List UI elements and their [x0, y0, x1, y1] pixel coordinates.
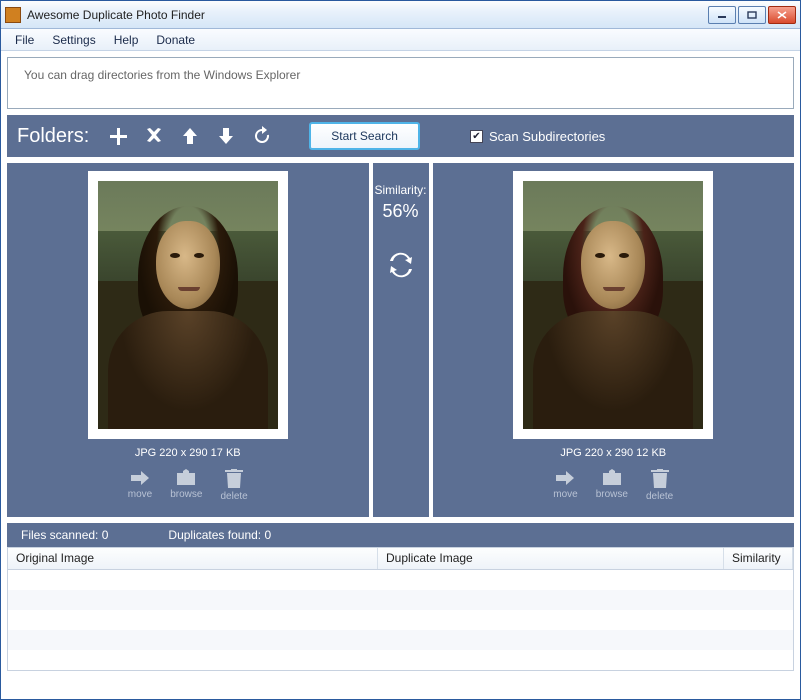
table-row	[8, 570, 793, 590]
right-move-button[interactable]: move	[553, 469, 577, 502]
content: You can drag directories from the Window…	[1, 51, 800, 677]
move-up-button[interactable]	[177, 123, 203, 149]
app-icon	[5, 7, 21, 23]
left-move-button[interactable]: move	[128, 469, 152, 502]
similarity-panel: Similarity: 56%	[369, 163, 433, 517]
left-delete-button[interactable]: delete	[220, 469, 247, 502]
table-row	[8, 650, 793, 670]
window-buttons	[708, 6, 796, 24]
menu-help[interactable]: Help	[106, 31, 147, 49]
toolbar: Folders: Start Search ✔ Scan Subdirector…	[7, 115, 794, 157]
dropzone-hint: You can drag directories from the Window…	[24, 68, 300, 82]
menu-donate[interactable]: Donate	[148, 31, 203, 49]
table-row	[8, 590, 793, 610]
compare-pane: JPG 220 x 290 17 KB move browse delete S…	[7, 163, 794, 517]
right-image-panel: JPG 220 x 290 12 KB move browse delete	[433, 163, 795, 517]
results-body[interactable]	[8, 570, 793, 670]
right-browse-button[interactable]: browse	[596, 469, 628, 502]
right-image[interactable]	[513, 171, 713, 439]
left-image[interactable]	[88, 171, 288, 439]
scan-subdirs-label: Scan Subdirectories	[489, 129, 605, 144]
results-table: Original Image Duplicate Image Similarit…	[7, 547, 794, 671]
swap-button[interactable]	[388, 252, 414, 281]
scan-subdirectories[interactable]: ✔ Scan Subdirectories	[470, 129, 605, 144]
left-actions: move browse delete	[128, 469, 248, 502]
menu-file[interactable]: File	[7, 31, 42, 49]
right-file-info: JPG 220 x 290 12 KB	[560, 447, 666, 459]
files-scanned: Files scanned: 0	[21, 528, 108, 542]
left-image-panel: JPG 220 x 290 17 KB move browse delete	[7, 163, 369, 517]
reload-button[interactable]	[249, 123, 275, 149]
results-header: Original Image Duplicate Image Similarit…	[8, 548, 793, 570]
menubar: File Settings Help Donate	[1, 29, 800, 51]
duplicates-found: Duplicates found: 0	[168, 528, 271, 542]
window-title: Awesome Duplicate Photo Finder	[27, 8, 708, 22]
table-row	[8, 630, 793, 650]
painting-icon	[98, 181, 278, 429]
table-row	[8, 610, 793, 630]
titlebar: Awesome Duplicate Photo Finder	[1, 1, 800, 29]
minimize-button[interactable]	[708, 6, 736, 24]
maximize-button[interactable]	[738, 6, 766, 24]
remove-folder-button[interactable]	[141, 123, 167, 149]
left-browse-button[interactable]: browse	[170, 469, 202, 502]
move-down-button[interactable]	[213, 123, 239, 149]
col-original[interactable]: Original Image	[8, 548, 378, 569]
right-delete-button[interactable]: delete	[646, 469, 673, 502]
add-folder-button[interactable]	[105, 123, 131, 149]
left-file-info: JPG 220 x 290 17 KB	[135, 447, 241, 459]
col-similarity[interactable]: Similarity	[724, 548, 793, 569]
similarity-value: 56%	[382, 201, 418, 222]
menu-settings[interactable]: Settings	[44, 31, 103, 49]
right-actions: move browse delete	[553, 469, 673, 502]
col-duplicate[interactable]: Duplicate Image	[378, 548, 724, 569]
close-button[interactable]	[768, 6, 796, 24]
folder-dropzone[interactable]: You can drag directories from the Window…	[7, 57, 794, 109]
similarity-label: Similarity:	[374, 183, 426, 197]
status-bar: Files scanned: 0 Duplicates found: 0	[7, 523, 794, 547]
painting-icon	[523, 181, 703, 429]
folders-label: Folders:	[17, 125, 89, 148]
scan-subdirs-checkbox[interactable]: ✔	[470, 130, 483, 143]
start-search-button[interactable]: Start Search	[309, 122, 420, 150]
